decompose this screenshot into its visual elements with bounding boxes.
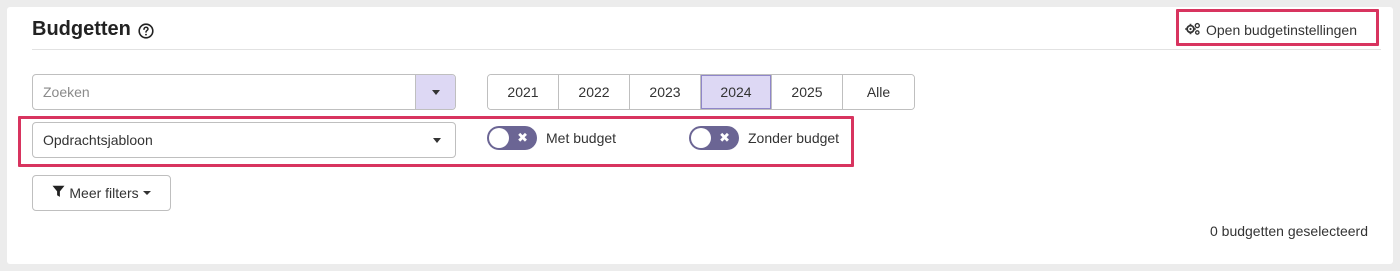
caret-down-icon xyxy=(431,89,440,95)
with-budget-toggle-row: ✖ Met budget xyxy=(487,126,616,150)
more-filters-label: Meer filters xyxy=(69,185,139,201)
chevron-down-icon xyxy=(433,137,441,143)
year-2021-button[interactable]: 2021 xyxy=(488,75,559,109)
without-budget-label: Zonder budget xyxy=(748,130,840,146)
close-icon: ✖ xyxy=(719,130,730,145)
without-budget-toggle-row: ✖ Zonder budget xyxy=(689,126,839,150)
page-title-text: Budgetten xyxy=(32,18,131,40)
year-selector: 2021 2022 2023 2024 2025 Alle xyxy=(487,74,915,110)
year-2025-button[interactable]: 2025 xyxy=(772,75,843,109)
close-icon: ✖ xyxy=(517,130,528,145)
caret-down-icon xyxy=(142,191,151,195)
toggle-knob xyxy=(489,128,509,148)
filter-icon xyxy=(52,185,65,201)
help-circle-icon[interactable] xyxy=(138,22,154,39)
template-select-value: Opdrachtsjabloon xyxy=(43,132,153,148)
toggle-knob xyxy=(691,128,711,148)
year-all-button[interactable]: Alle xyxy=(843,75,914,109)
year-2022-button[interactable]: 2022 xyxy=(559,75,630,109)
search-input[interactable] xyxy=(33,75,415,109)
year-2023-button[interactable]: 2023 xyxy=(630,75,701,109)
selection-count: 0 budgetten geselecteerd xyxy=(1209,223,1368,239)
template-select[interactable]: Opdrachtsjabloon xyxy=(32,122,456,158)
with-budget-toggle[interactable]: ✖ xyxy=(487,126,537,150)
search-field xyxy=(32,74,456,110)
gears-icon xyxy=(1185,22,1201,39)
more-filters-button[interactable]: Meer filters xyxy=(32,175,171,211)
open-budget-settings-link[interactable]: Open budgetinstellingen xyxy=(1185,19,1357,41)
year-2024-button[interactable]: 2024 xyxy=(701,75,772,109)
header-divider xyxy=(32,49,1381,50)
search-dropdown-button[interactable] xyxy=(415,75,455,109)
without-budget-toggle[interactable]: ✖ xyxy=(689,126,739,150)
page-title: Budgetten xyxy=(32,18,154,41)
open-budget-settings-label: Open budgetinstellingen xyxy=(1206,22,1358,38)
with-budget-label: Met budget xyxy=(546,130,617,146)
